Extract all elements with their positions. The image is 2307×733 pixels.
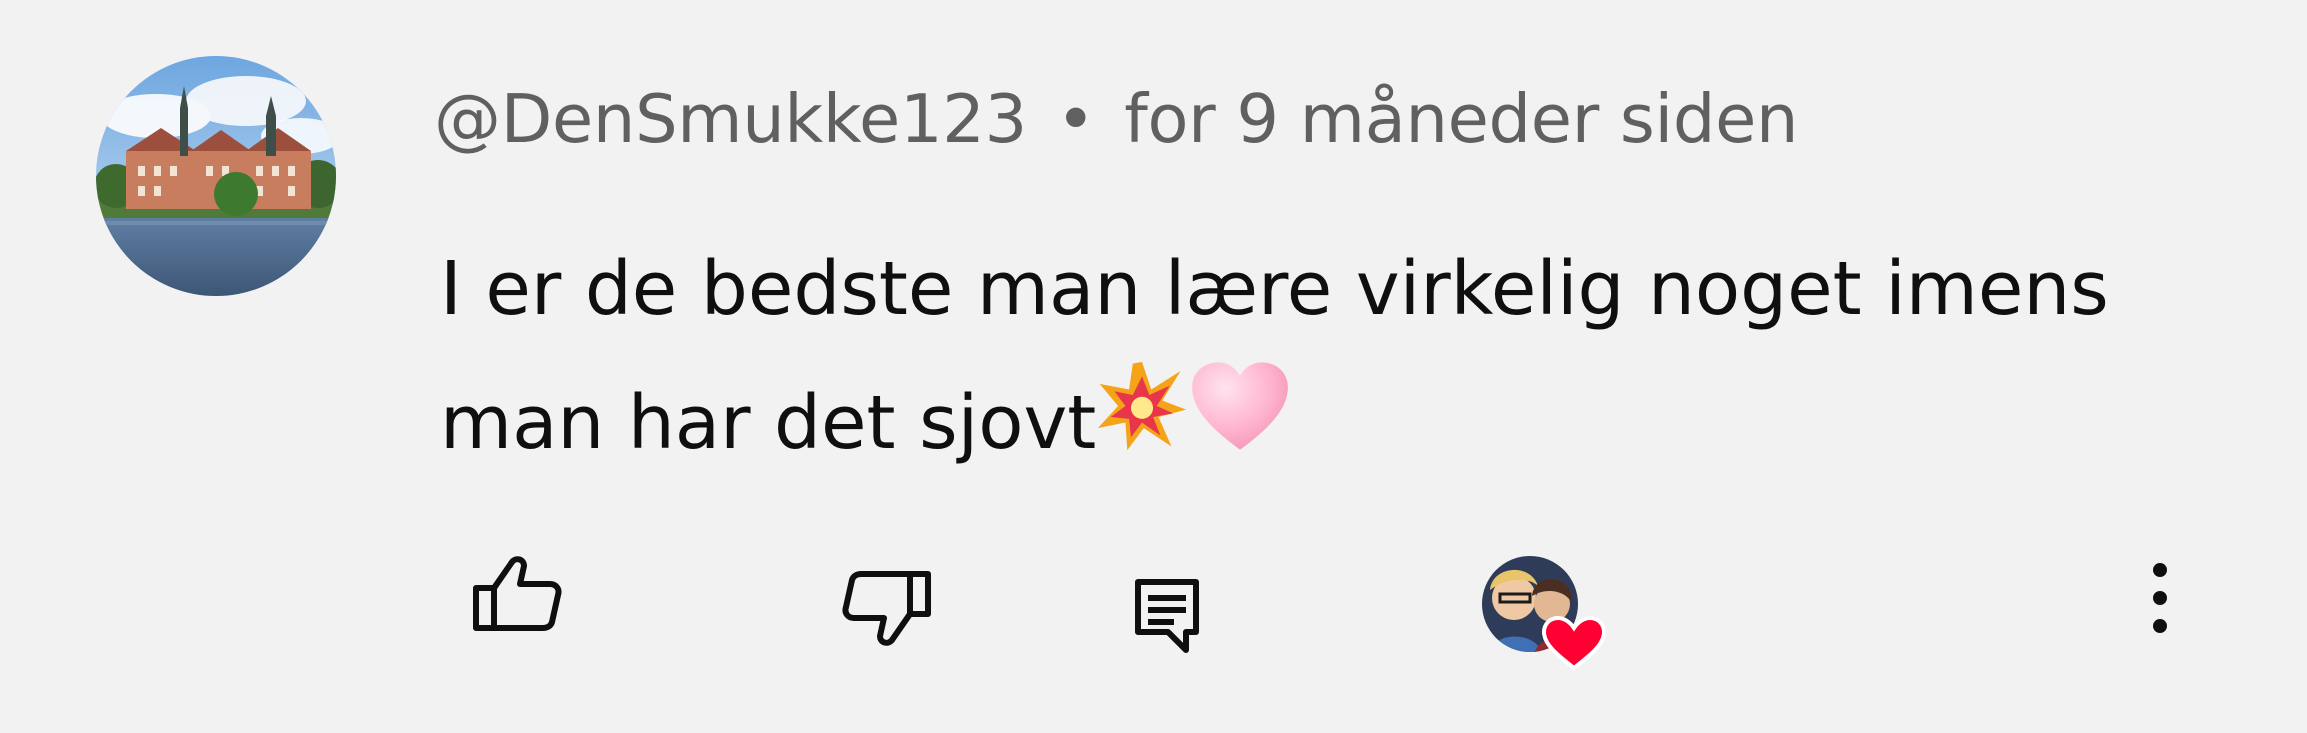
pink-heart-emoji — [1188, 357, 1292, 497]
reply-icon — [1135, 579, 1199, 653]
timestamp[interactable]: for 9 måneder siden — [1124, 80, 1798, 158]
thumbs-down-icon — [842, 571, 931, 646]
thumbs-up-icon — [473, 556, 562, 631]
collision-emoji — [1096, 360, 1188, 494]
username[interactable]: @DenSmukke123 — [434, 80, 1027, 158]
comment-meta: @DenSmukke123 • for 9 måneder siden — [434, 80, 1798, 158]
castle-avatar-image — [96, 56, 336, 296]
comment-thread: @DenSmukke123 • for 9 måneder siden I er… — [0, 0, 2307, 733]
comment-body: I er de bedste man lære virkelig noget i… — [440, 222, 2140, 497]
dislike-button[interactable] — [842, 568, 932, 648]
user-avatar[interactable] — [96, 56, 336, 296]
like-button[interactable] — [472, 554, 562, 634]
more-vertical-icon — [2153, 563, 2167, 633]
comment-actions — [0, 540, 2307, 672]
meta-separator: • — [1055, 80, 1096, 158]
reply-button[interactable] — [1134, 578, 1200, 654]
more-options-button[interactable] — [2140, 560, 2180, 640]
creator-heart-badge — [1478, 552, 1608, 672]
